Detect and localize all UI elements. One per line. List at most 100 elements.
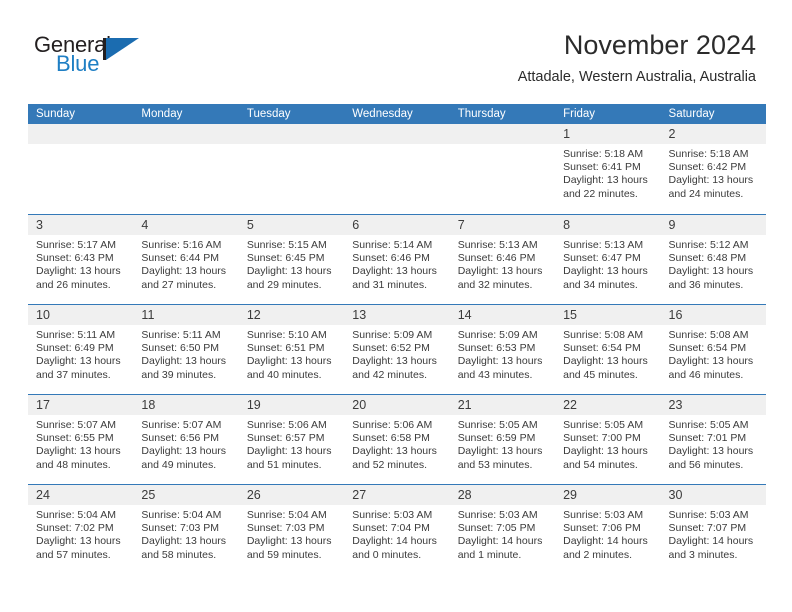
day-number: 9 (668, 218, 676, 232)
day-info-daylight1: Daylight: 13 hours (246, 355, 332, 368)
day-info-daylight2: and 34 minutes. (563, 278, 638, 291)
calendar-day-cell[interactable]: 23 Sunrise: 5:05 AM Sunset: 7:01 PM Dayligh… (660, 395, 766, 484)
day-sun-info: Sunrise: 5:11 AM Sunset: 6:50 PM Daylight:… (133, 325, 238, 382)
calendar-day-cell[interactable]: 9 Sunrise: 5:12 AM Sunset: 6:48 PM Daylight… (660, 215, 766, 304)
calendar-day-cell[interactable]: 24 Sunrise: 5:04 AM Sunset: 7:02 PM Dayligh… (28, 485, 134, 574)
day-info-sunset: Sunset: 6:58 PM (352, 432, 430, 445)
day-info-sunrise: Sunrise: 5:09 AM (352, 329, 433, 341)
day-number-band: 2 (660, 124, 766, 144)
day-number: 13 (352, 308, 367, 322)
calendar-day-cell[interactable]: 1 Sunrise: 5:18 AM Sunset: 6:41 PM Daylight… (555, 124, 661, 214)
day-number: 4 (141, 218, 149, 232)
calendar-day-cell[interactable]: 22 Sunrise: 5:05 AM Sunset: 7:00 PM Dayligh… (555, 395, 661, 484)
day-info-daylight1: Daylight: 13 hours (563, 445, 648, 458)
day-number: 24 (36, 488, 50, 502)
calendar-day-cell[interactable]: 11 Sunrise: 5:11 AM Sunset: 6:50 PM Dayligh… (133, 305, 239, 394)
day-info-sunrise: Sunrise: 5:08 AM (563, 329, 644, 341)
day-info-sunset: Sunset: 7:03 PM (141, 522, 220, 535)
calendar-day-cell[interactable]: 6 Sunrise: 5:14 AM Sunset: 6:46 PM Daylight… (344, 215, 450, 304)
day-info-daylight2: and 37 minutes. (36, 368, 111, 381)
day-sun-info: Sunrise: 5:06 AM Sunset: 6:57 PM Daylight:… (239, 415, 344, 472)
calendar-day-cell[interactable]: 18 Sunrise: 5:07 AM Sunset: 6:56 PM Dayligh… (133, 395, 239, 484)
day-info-sunrise: Sunrise: 5:03 AM (457, 509, 538, 521)
day-info-daylight1: Daylight: 13 hours (457, 355, 543, 368)
day-number-band: 4 (133, 215, 239, 235)
weekday-header-sunday: Sunday (36, 108, 76, 120)
calendar-day-cell[interactable]: 5 Sunrise: 5:15 AM Sunset: 6:45 PM Daylight… (238, 215, 345, 304)
day-info-sunset: Sunset: 6:54 PM (563, 342, 641, 355)
day-info-daylight1: Daylight: 13 hours (668, 265, 754, 278)
day-sun-info: Sunrise: 5:03 AM Sunset: 7:05 PM Daylight:… (450, 505, 555, 562)
day-info-daylight1: Daylight: 13 hours (668, 355, 754, 368)
day-info-sunset: Sunset: 6:53 PM (457, 342, 536, 355)
calendar-day-cell[interactable]: 17 Sunrise: 5:07 AM Sunset: 6:55 PM Dayligh… (28, 395, 134, 484)
calendar-day-cell[interactable]: 4 Sunrise: 5:16 AM Sunset: 6:44 PM Daylight… (133, 215, 239, 304)
day-number: 25 (141, 488, 156, 502)
day-number-band: 17 (28, 395, 134, 415)
day-info-sunset: Sunset: 7:05 PM (457, 522, 536, 535)
day-info-daylight2: and 52 minutes. (352, 458, 427, 471)
day-info-sunrise: Sunrise: 5:07 AM (36, 419, 116, 431)
day-info-daylight1: Daylight: 13 hours (563, 174, 648, 187)
day-info-sunrise: Sunrise: 5:06 AM (352, 419, 433, 431)
day-info-daylight2: and 43 minutes. (457, 368, 533, 381)
day-number: 10 (36, 308, 50, 322)
day-number-band: 26 (238, 485, 345, 505)
calendar-day-cell[interactable]: 14 Sunrise: 5:09 AM Sunset: 6:53 PM Dayligh… (449, 305, 556, 394)
calendar-day-cell[interactable]: 29 Sunrise: 5:03 AM Sunset: 7:06 PM Dayligh… (555, 485, 661, 574)
day-number: 7 (457, 218, 465, 232)
calendar-day-cell[interactable]: 21 Sunrise: 5:05 AM Sunset: 6:59 PM Dayligh… (449, 395, 556, 484)
day-number-band: 12 (238, 305, 345, 325)
calendar-day-cell[interactable]: 27 Sunrise: 5:03 AM Sunset: 7:04 PM Dayligh… (344, 485, 450, 574)
calendar-day-cell[interactable]: 28 Sunrise: 5:03 AM Sunset: 7:05 PM Dayligh… (449, 485, 556, 574)
calendar-day-cell[interactable]: 16 Sunrise: 5:08 AM Sunset: 6:54 PM Dayligh… (660, 305, 766, 394)
day-info-daylight2: and 57 minutes. (36, 548, 111, 561)
day-info-sunrise: Sunrise: 5:18 AM (668, 148, 749, 160)
day-number: 20 (352, 398, 367, 412)
day-sun-info: Sunrise: 5:04 AM Sunset: 7:03 PM Daylight:… (133, 505, 238, 562)
day-info-daylight2: and 54 minutes. (563, 458, 638, 471)
day-number: 3 (36, 218, 43, 232)
day-info-daylight2: and 56 minutes. (668, 458, 744, 471)
calendar-day-cell[interactable]: 10 Sunrise: 5:11 AM Sunset: 6:49 PM Dayligh… (28, 305, 134, 394)
calendar-day-cell[interactable]: 20 Sunrise: 5:06 AM Sunset: 6:58 PM Dayligh… (344, 395, 450, 484)
day-number: 28 (457, 488, 472, 502)
day-number: 8 (563, 218, 571, 232)
day-info-daylight2: and 24 minutes. (668, 187, 744, 200)
day-info-daylight2: and 49 minutes. (141, 458, 217, 471)
calendar-day-cell[interactable]: 2 Sunrise: 5:18 AM Sunset: 6:42 PM Daylight… (660, 124, 766, 214)
day-sun-info: Sunrise: 5:09 AM Sunset: 6:53 PM Daylight:… (450, 325, 555, 382)
weekday-header-saturday: Saturday (668, 108, 715, 120)
day-info-sunset: Sunset: 6:54 PM (668, 342, 747, 355)
day-info-sunrise: Sunrise: 5:11 AM (36, 329, 116, 341)
day-sun-info: Sunrise: 5:11 AM Sunset: 6:49 PM Daylight:… (28, 325, 133, 382)
calendar-day-cell[interactable]: 7 Sunrise: 5:13 AM Sunset: 6:46 PM Daylight… (449, 215, 556, 304)
day-info-daylight2: and 36 minutes. (668, 278, 744, 291)
day-number-band: 21 (449, 395, 556, 415)
day-info-sunset: Sunset: 6:46 PM (457, 252, 536, 265)
day-info-daylight1: Daylight: 13 hours (668, 445, 754, 458)
day-info-sunrise: Sunrise: 5:13 AM (563, 239, 644, 251)
day-info-sunrise: Sunrise: 5:03 AM (563, 509, 644, 521)
day-number: 15 (563, 308, 578, 322)
day-info-sunrise: Sunrise: 5:15 AM (246, 239, 327, 251)
day-number-band: 5 (238, 215, 345, 235)
day-number-band: 11 (133, 305, 239, 325)
calendar-day-cell[interactable]: 19 Sunrise: 5:06 AM Sunset: 6:57 PM Dayligh… (238, 395, 345, 484)
calendar-day-cell[interactable]: 26 Sunrise: 5:04 AM Sunset: 7:03 PM Dayligh… (238, 485, 345, 574)
day-info-daylight2: and 31 minutes. (352, 278, 427, 291)
title-block: November 2024 Attadale, Western Australi… (518, 28, 756, 86)
day-info-sunrise: Sunrise: 5:11 AM (141, 329, 221, 341)
brand-logo[interactable]: General Blue (34, 34, 214, 82)
calendar-day-cell[interactable]: 3 Sunrise: 5:17 AM Sunset: 6:43 PM Daylight… (28, 215, 134, 304)
calendar-day-cell[interactable]: 13 Sunrise: 5:09 AM Sunset: 6:52 PM Dayligh… (344, 305, 450, 394)
calendar-day-cell[interactable]: 30 Sunrise: 5:03 AM Sunset: 7:07 PM Dayligh… (660, 485, 766, 574)
calendar-day-cell[interactable]: 15 Sunrise: 5:08 AM Sunset: 6:54 PM Dayligh… (555, 305, 661, 394)
calendar-grid: Sunday Monday Tuesday Wednesday Thursday Frid… (28, 104, 766, 574)
calendar-day-cell[interactable]: 25 Sunrise: 5:04 AM Sunset: 7:03 PM Dayligh… (133, 485, 239, 574)
calendar-day-cell[interactable]: 8 Sunrise: 5:13 AM Sunset: 6:47 PM Daylight… (555, 215, 661, 304)
day-number: 29 (563, 488, 578, 502)
day-number-band: 15 (555, 305, 661, 325)
day-number: 14 (457, 308, 472, 322)
calendar-day-cell[interactable]: 12 Sunrise: 5:10 AM Sunset: 6:51 PM Dayligh… (238, 305, 345, 394)
